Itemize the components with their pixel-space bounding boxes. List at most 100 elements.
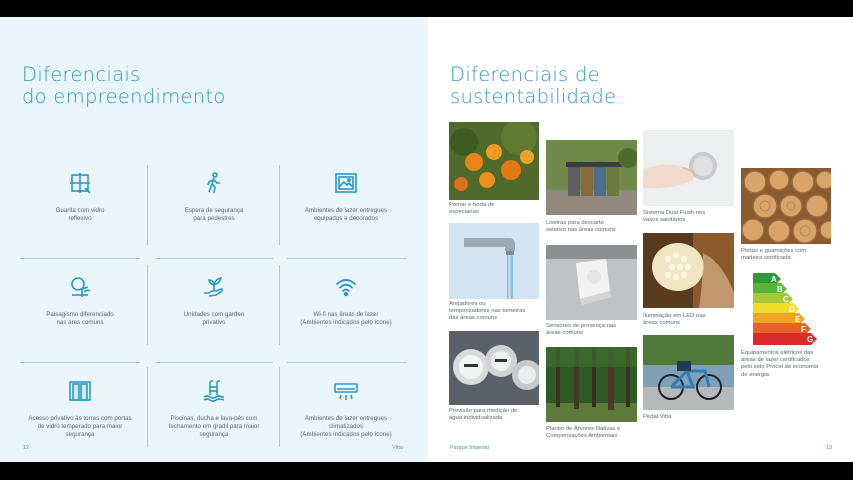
right-page: Diferenciais de sustentabilidade Pomar e… [428, 17, 853, 462]
caption-line: seletivo nas áreas comuns [546, 227, 616, 234]
native-trees-caption: Plantio de Árvores Nativas e Compensaçõe… [546, 426, 646, 440]
bottom-letterbox-bar [0, 462, 853, 480]
feature-caption: Wi-fi nas áreas de lazer (Ambientes indi… [281, 311, 411, 327]
orchard-photo [449, 122, 539, 200]
caption-line: Paisagismo diferenciado [46, 311, 114, 318]
caption-line: temporizadores nas torneiras [449, 308, 526, 315]
energy-letter-c: C [783, 295, 789, 304]
top-letterbox-bar [0, 0, 853, 17]
wifi-icon [334, 275, 358, 299]
dual-flush-photo [643, 130, 734, 206]
caption-line: Lixeiras para descarte [546, 220, 604, 226]
door-icon [68, 379, 92, 403]
energy-letter-d: D [789, 305, 795, 314]
caption-line: Equipamentos elétricos das [741, 350, 814, 356]
led-lighting-caption: Iluminação em LED nas áreas comuns [643, 313, 738, 327]
feature-caption: Paisagismo diferenciado nas áres comuns [15, 311, 145, 327]
caption-line: das áreas comuns [449, 315, 498, 322]
footer-brand: Parque Imperial [450, 445, 489, 451]
feature-caption: Ambientes de lazer entregues equipados e… [281, 207, 411, 223]
caption-line: Sensores de presença nas [546, 323, 617, 329]
picture-icon [334, 171, 358, 195]
caption-line: climatizados [328, 423, 364, 431]
caption-line: Guarita com vidro [55, 207, 105, 214]
energy-letter-a: A [771, 275, 777, 284]
caption-line: Arejadores ou [449, 301, 486, 307]
feature-caption: Acesso privativo às torres com portas de… [15, 415, 145, 440]
right-page-title: Diferenciais de sustentabilidade [450, 64, 616, 108]
caption-line: de energia [741, 371, 769, 378]
grid-divider [147, 165, 148, 245]
grid-divider [147, 265, 148, 345]
energy-letter-b: B [777, 285, 783, 294]
caption-line: pelo selo Procel de economia [741, 364, 819, 371]
aerators-caption: Arejadores ou temporizadores nas torneir… [449, 301, 541, 323]
grid-divider [279, 165, 280, 245]
air-conditioner-icon [334, 379, 358, 403]
caption-line: segurança [65, 431, 95, 439]
right-title-line-1: Diferenciais de [450, 63, 600, 86]
caption-line: Wi-fi nas áreas de lazer [313, 311, 379, 318]
caption-line: Unidades com garden [183, 311, 245, 318]
caption-line: Iluminação em LED nas [643, 313, 706, 319]
left-page-title: Diferenciais do empreendimento [22, 64, 226, 108]
feature-garden: Unidades com garden privativo [149, 259, 279, 354]
caption-line: privativo [202, 319, 226, 327]
dual-flush-caption: Sistema Dual Flush nos vasos sanitários [643, 210, 738, 224]
led-lighting-photo [643, 233, 734, 308]
orchard-caption: Pomar e horta de especiarias [449, 202, 541, 216]
left-title-line-2: do empreendimento [22, 85, 226, 108]
caption-line: áreas comuns [643, 320, 680, 327]
caption-line: fechamento em gradil para maior [168, 423, 260, 431]
energy-letter-f: F [801, 325, 806, 334]
caption-line: Pedal Vitta [643, 414, 672, 420]
caption-line: reflexivo [68, 215, 92, 223]
plant-hand-icon [202, 275, 226, 299]
caption-line: Plantio de Árvores Nativas e [546, 426, 621, 432]
caption-line: água individualizada [449, 415, 503, 422]
energy-letter-g: G [807, 335, 813, 344]
caption-line: nas áres comuns [56, 319, 104, 327]
feature-landscaping: Paisagismo diferenciado nas áres comuns [15, 259, 145, 354]
caption-line: (Ambientes indicados pelo ícone) [300, 431, 392, 439]
caption-line: madeira certificada [741, 255, 791, 262]
caption-line: Pomar e horta de [449, 202, 495, 208]
feature-caption: Unidades com garden privativo [149, 311, 279, 327]
caption-line: vasos sanitários [643, 217, 686, 224]
left-page: Diferenciais do empreendimento Guarita c… [0, 17, 428, 462]
pool-icon [202, 379, 226, 403]
wood-doors-caption: Portas e guarnições com madeira certific… [741, 248, 841, 262]
feature-wifi: Wi-fi nas áreas de lazer (Ambientes indi… [281, 259, 411, 354]
water-meters-photo [449, 331, 539, 405]
page-number: 12 [23, 445, 30, 451]
landscaping-icon [68, 275, 92, 299]
caption-line: Sistema Dual Flush nos [643, 210, 706, 216]
caption-line: áreas comuns [546, 330, 583, 337]
caption-line: Previsão para medição de [449, 408, 518, 414]
energy-letter-e: E [795, 315, 801, 324]
caption-line: (Ambientes indicados pelo ícone) [300, 319, 392, 327]
caption-line: Portas e guarnições com [741, 248, 807, 254]
caption-line: áreas de lazer certificados [741, 357, 810, 364]
feature-pool: Piscinas, ducha e lava-pés com fechament… [149, 363, 279, 458]
caption-line: Piscinas, ducha e lava-pés com [170, 415, 258, 422]
left-title-line-1: Diferenciais [22, 63, 141, 86]
right-title-line-2: sustentabilidade [450, 85, 617, 108]
caption-line: Ambientes de lazer entregues [304, 415, 388, 422]
water-meters-caption: Previsão para medição de água individual… [449, 408, 541, 422]
caption-line: para pedestres [193, 215, 235, 223]
caption-line: Ambientes de lazer entregues [304, 207, 388, 214]
caption-line: Compensações Ambientais [546, 433, 618, 440]
page-number: 13 [826, 445, 833, 451]
recycling-bins-photo [546, 140, 637, 215]
caption-line: segurança [199, 431, 229, 439]
feature-caption: Ambientes de lazer entregues climatizado… [281, 415, 411, 440]
energy-label-graphic: A B C D E F G [741, 271, 831, 349]
bike-station-photo [643, 335, 734, 410]
aerators-photo [449, 223, 539, 299]
feature-guardhouse: Guarita com vidro reflexivo [15, 155, 145, 250]
feature-private-access: Acesso privativo às torres com portas de… [15, 363, 145, 458]
presence-sensors-photo [546, 245, 637, 320]
caption-line: de vidro temperado para maior [37, 423, 123, 431]
footer-brand: Vitta [392, 445, 403, 451]
